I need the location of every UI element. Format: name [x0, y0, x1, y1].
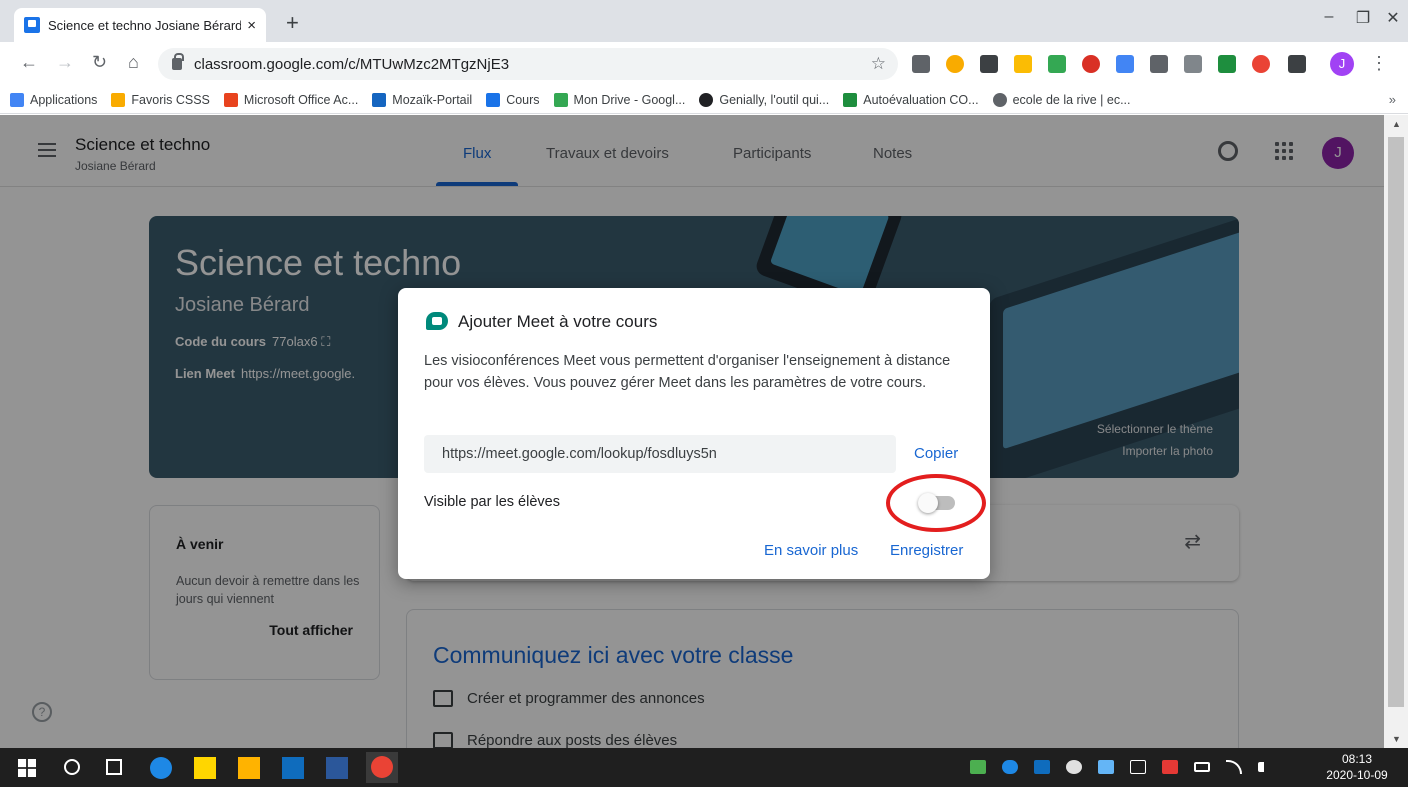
new-tab-button[interactable]: +: [286, 10, 299, 36]
extension-icon[interactable]: [1184, 55, 1202, 73]
tab-title: Science et techno Josiane Bérard: [48, 17, 242, 33]
visible-to-students-label: Visible par les élèves: [424, 494, 560, 510]
browser-toolbar: ← → ↻ ⌂ classroom.google.com/c/MTUwMzc2M…: [0, 42, 1408, 86]
mozaik-icon: [372, 92, 387, 107]
chrome-icon: [371, 756, 393, 778]
dialog-description: Les visioconférences Meet vous permetten…: [424, 353, 951, 391]
extension-icon[interactable]: [1116, 55, 1134, 73]
scroll-down-icon[interactable]: ▼: [1392, 734, 1401, 744]
meet-link-field[interactable]: https://meet.google.com/lookup/fosdluys5…: [424, 435, 896, 473]
url-text: classroom.google.com/c/MTUwMzc2MTgzNjE3: [194, 55, 510, 73]
bookmark-label: Microsoft Office Ac...: [243, 92, 359, 107]
classroom-icon: [486, 92, 501, 107]
bookmark-label: Autoévaluation CO...: [863, 92, 979, 107]
clock-date: 2020-10-09: [1326, 768, 1388, 782]
bookmark-item[interactable]: Cours: [486, 92, 540, 107]
globe-icon: [992, 92, 1007, 107]
volume-icon[interactable]: [1258, 762, 1268, 772]
search-icon[interactable]: [64, 759, 80, 775]
word-icon[interactable]: [326, 757, 348, 779]
address-bar[interactable]: classroom.google.com/c/MTUwMzc2MTgzNjE3 …: [158, 48, 898, 80]
restore-button[interactable]: ❐: [1348, 8, 1378, 28]
home-icon[interactable]: ⌂: [128, 52, 139, 73]
folder-icon: [111, 92, 126, 107]
system-clock[interactable]: 08:13 2020-10-09: [1317, 751, 1397, 783]
edge-icon[interactable]: [150, 757, 172, 779]
learn-more-button[interactable]: En savoir plus: [764, 542, 858, 559]
file-explorer-icon[interactable]: [238, 757, 260, 779]
bookmark-item[interactable]: Mon Drive - Googl...: [553, 92, 686, 107]
browser-menu-icon[interactable]: ⋮: [1370, 53, 1388, 74]
sticky-notes-icon[interactable]: [194, 757, 216, 779]
bookmarks-overflow-icon[interactable]: »: [1389, 92, 1396, 107]
minimize-button[interactable]: –: [1314, 8, 1344, 26]
windows-start-icon[interactable]: [18, 759, 36, 777]
extension-icon[interactable]: [1218, 55, 1236, 73]
bookmark-item[interactable]: Autoévaluation CO...: [843, 92, 979, 107]
bookmark-label: Favoris CSSS: [131, 92, 210, 107]
antivirus-icon[interactable]: [1162, 760, 1178, 774]
bookmark-item[interactable]: Favoris CSSS: [111, 92, 210, 107]
bookmark-label: ecole de la rive | ec...: [1012, 92, 1131, 107]
bookmark-label: Cours: [506, 92, 540, 107]
bookmark-item[interactable]: ecole de la rive | ec...: [992, 92, 1131, 107]
outlook-icon[interactable]: [282, 757, 304, 779]
bookmark-star-icon[interactable]: ☆: [871, 54, 886, 74]
forward-icon[interactable]: →: [56, 52, 74, 73]
bookmark-item[interactable]: Genially, l'outil qui...: [699, 92, 830, 107]
highlight-circle: [886, 474, 986, 532]
task-view-icon[interactable]: [106, 759, 122, 775]
bookmark-label: Mon Drive - Googl...: [573, 92, 686, 107]
lock-icon: [172, 53, 184, 70]
back-icon[interactable]: ←: [20, 52, 38, 73]
tab-close-icon[interactable]: ×: [247, 17, 256, 34]
add-meet-dialog: Ajouter Meet à votre cours Les visioconf…: [398, 288, 990, 579]
bookmark-label: Mozaïk-Portail: [392, 92, 473, 107]
onedrive-icon[interactable]: [1002, 760, 1018, 774]
wifi-icon[interactable]: [1226, 760, 1242, 774]
bookmark-item[interactable]: Microsoft Office Ac...: [223, 92, 359, 107]
sync-icon[interactable]: [1066, 760, 1082, 774]
drive-extension-icon[interactable]: [1048, 55, 1066, 73]
extension-icon[interactable]: [1252, 55, 1270, 73]
spreadsheet-icon: [843, 92, 858, 107]
classroom-favicon-icon: [24, 17, 40, 33]
browser-profile-avatar[interactable]: J: [1330, 52, 1354, 76]
drive-icon: [553, 92, 568, 107]
browser-tab[interactable]: Science et techno Josiane Bérard ×: [14, 8, 266, 42]
meet-icon: [426, 312, 448, 330]
outlook-tray-icon[interactable]: [1034, 760, 1050, 774]
reload-icon[interactable]: ↻: [92, 52, 107, 73]
scroll-up-icon[interactable]: ▲: [1392, 119, 1401, 129]
clock-time: 08:13: [1341, 752, 1373, 766]
extension-icon[interactable]: [1150, 55, 1168, 73]
bookmark-label: Genially, l'outil qui...: [719, 92, 830, 107]
bookmark-item[interactable]: Applications: [10, 92, 98, 107]
extension-icon[interactable]: [946, 55, 964, 73]
bookmark-label: Applications: [30, 92, 98, 107]
save-button[interactable]: Enregistrer: [890, 542, 963, 559]
windows-taskbar: 08:13 2020-10-09: [0, 748, 1408, 787]
page-scrollbar[interactable]: ▲ ▼: [1384, 115, 1408, 748]
copy-button[interactable]: Copier: [914, 445, 958, 462]
extension-icon[interactable]: [1014, 55, 1032, 73]
tray-app-icon[interactable]: [1098, 760, 1114, 774]
extension-icon[interactable]: [980, 55, 998, 73]
bookmark-item[interactable]: Mozaïk-Portail: [372, 92, 473, 107]
adblock-extension-icon[interactable]: [1082, 55, 1100, 73]
dialog-title: Ajouter Meet à votre cours: [458, 312, 658, 331]
browser-tab-strip: Science et techno Josiane Bérard × + – ❐…: [0, 0, 1408, 42]
puzzle-extensions-icon[interactable]: [1288, 55, 1306, 73]
extension-icon[interactable]: [912, 55, 930, 73]
battery-icon[interactable]: [1194, 762, 1210, 772]
office-icon: [223, 92, 238, 107]
close-window-button[interactable]: ✕: [1378, 8, 1408, 28]
scrollbar-thumb[interactable]: [1388, 137, 1404, 707]
teams-tray-icon[interactable]: [970, 760, 986, 774]
bookmarks-bar: Applications Favoris CSSS Microsoft Offi…: [0, 86, 1408, 114]
apps-grid-icon: [10, 92, 24, 107]
connect-icon[interactable]: [1130, 760, 1146, 774]
genially-icon: [699, 92, 714, 107]
